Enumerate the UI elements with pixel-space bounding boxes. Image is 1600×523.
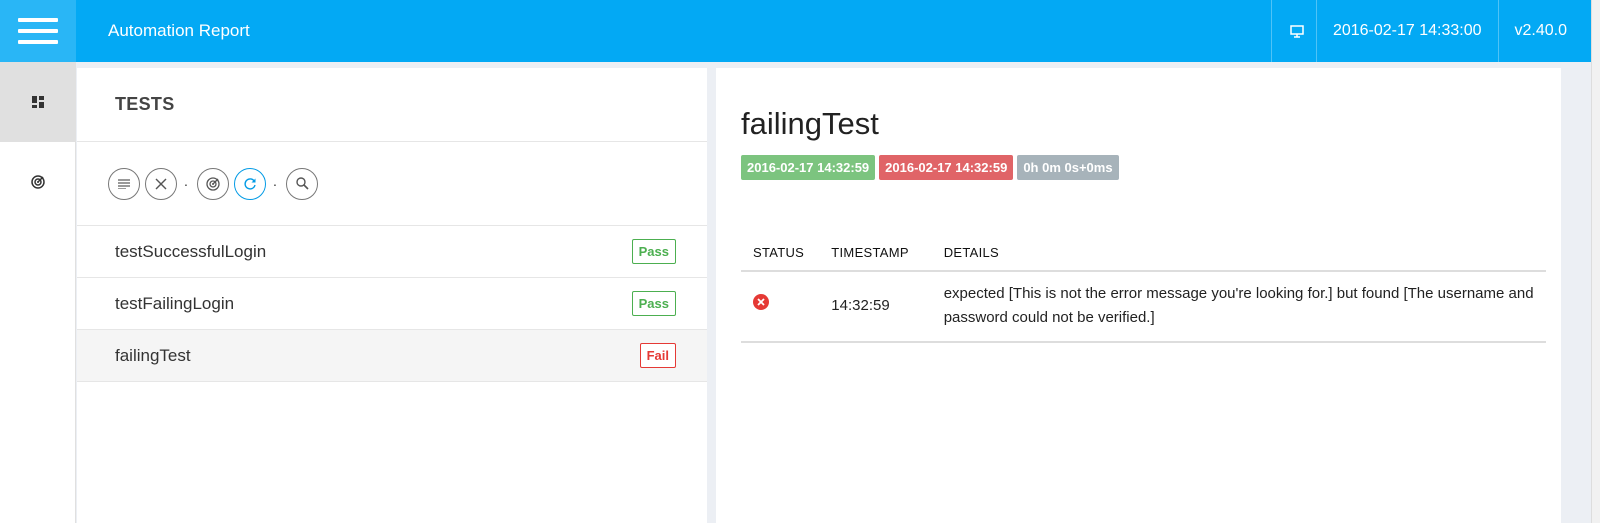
list-icon [118,178,130,189]
end-time-label: 2016-02-17 14:32:59 [879,155,1014,180]
column-header-details: DETAILS [931,245,1546,272]
log-timestamp: 14:32:59 [819,271,932,343]
test-name: failingTest [115,345,191,365]
status-badge: Fail [639,343,676,368]
side-nav [0,62,76,523]
duration-label: 0h 0m 0s+0ms [1017,155,1119,180]
toolbar-separator: · [183,175,189,192]
top-bar: Automation Report 2016-02-17 14:33:00 v2… [0,0,1591,62]
menu-icon-bar [18,18,58,22]
tests-toolbar: · · [77,142,707,226]
log-table-header: STATUS TIMESTAMP DETAILS [741,245,1546,272]
column-header-status: STATUS [741,245,820,272]
scrollbar[interactable] [1591,0,1600,523]
clear-filter-button[interactable] [145,167,177,200]
status-badge: Pass [631,291,676,316]
monitor-icon[interactable] [1270,0,1316,62]
toolbar-separator: · [272,175,278,192]
nav-item-dashboard[interactable] [0,62,75,142]
log-details: expected [This is not the error message … [931,271,1546,343]
refresh-button[interactable] [234,167,266,200]
hamburger-menu-button[interactable] [0,0,76,62]
dashboard-icon [31,96,44,108]
refresh-icon [244,177,256,190]
tests-panel-title: TESTS [77,68,707,142]
app-title: Automation Report [108,21,250,40]
menu-icon-bar [18,29,58,33]
menu-icon-bar [18,40,58,44]
column-header-timestamp: TIMESTAMP [819,245,932,272]
tests-panel: TESTS · · testSuccessfulLogin Pass testF… [77,68,707,523]
nav-item-categories[interactable] [0,142,75,222]
test-name: testFailingLogin [115,293,235,313]
test-row[interactable]: testSuccessfulLogin Pass [77,226,707,278]
filter-all-button[interactable] [108,167,140,200]
radar-icon [206,176,220,191]
log-status-cell [741,271,820,343]
header-info: 2016-02-17 14:33:00 v2.40.0 [1270,0,1591,62]
search-icon [295,177,309,190]
log-row: 14:32:59 expected [This is not the error… [741,271,1546,343]
test-name: testSuccessfulLogin [115,241,267,261]
test-detail-title: failingTest [741,106,879,141]
report-datetime: 2016-02-17 14:33:00 [1315,0,1498,62]
test-row[interactable]: testFailingLogin Pass [77,278,707,330]
category-filter-button[interactable] [197,167,229,200]
search-button[interactable] [286,167,318,200]
test-detail-panel: failingTest 2016-02-17 14:32:59 2016-02-… [716,68,1561,523]
version-label: v2.40.0 [1497,0,1591,62]
status-badge: Pass [631,239,676,264]
log-table: STATUS TIMESTAMP DETAILS 14:32:59 expect… [741,245,1546,343]
radar-icon [30,175,45,189]
test-row[interactable]: failingTest Fail [77,330,707,382]
start-time-label: 2016-02-17 14:32:59 [741,155,876,180]
test-time-labels: 2016-02-17 14:32:59 2016-02-17 14:32:59 … [741,155,1561,180]
close-icon [155,178,167,189]
error-icon [753,294,769,310]
